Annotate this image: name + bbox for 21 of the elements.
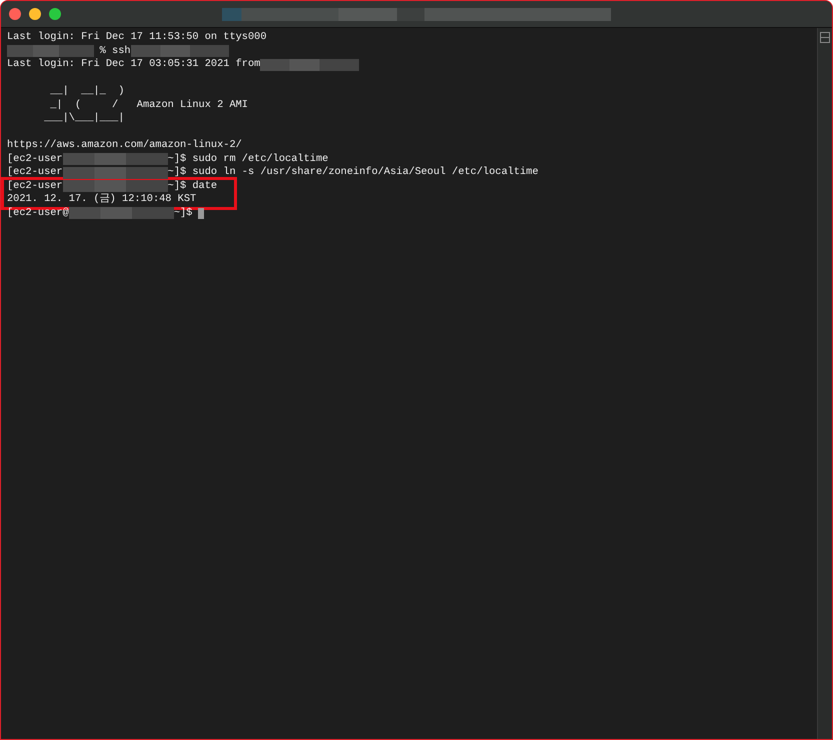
terminal-line: [ec2-user@ (7, 206, 69, 220)
terminal-line: ~]$ sudo rm /etc/localtime (168, 152, 328, 166)
terminal-line: ~]$ (174, 206, 192, 220)
terminal-line: [ec2-user (7, 166, 63, 180)
zoom-button[interactable] (49, 8, 61, 20)
close-button[interactable] (9, 8, 21, 20)
terminal-line: % ssh (98, 44, 131, 58)
terminal-line: [ec2-user (7, 152, 63, 166)
terminal-line: https://aws.amazon.com/amazon-linux-2/ (7, 139, 242, 152)
terminal-line: ~]$ date (168, 180, 218, 193)
split-pane-icon[interactable] (820, 32, 830, 43)
terminal-line: Last login: Fri Dec 17 03:05:31 2021 from (7, 58, 260, 72)
terminal-line: 2021. 12. 17. (금) 12:10:48 KST (7, 193, 196, 206)
terminal-line: ___|\___|___| (43, 112, 124, 126)
terminal-line: [ec2-user (7, 180, 63, 193)
text-cursor (198, 208, 204, 219)
terminal-line: _| ( / Amazon Linux 2 AMI (49, 98, 248, 112)
terminal-line: ~]$ sudo ln -s /usr/share/zoneinfo/Asia/Seoul /etc/localtime (168, 166, 538, 180)
minimize-button[interactable] (29, 8, 41, 20)
terminal-line: __| __|_ ) (49, 85, 124, 98)
terminal-line: Last login: Fri Dec 17 11:53:50 on ttys000 (7, 31, 267, 44)
